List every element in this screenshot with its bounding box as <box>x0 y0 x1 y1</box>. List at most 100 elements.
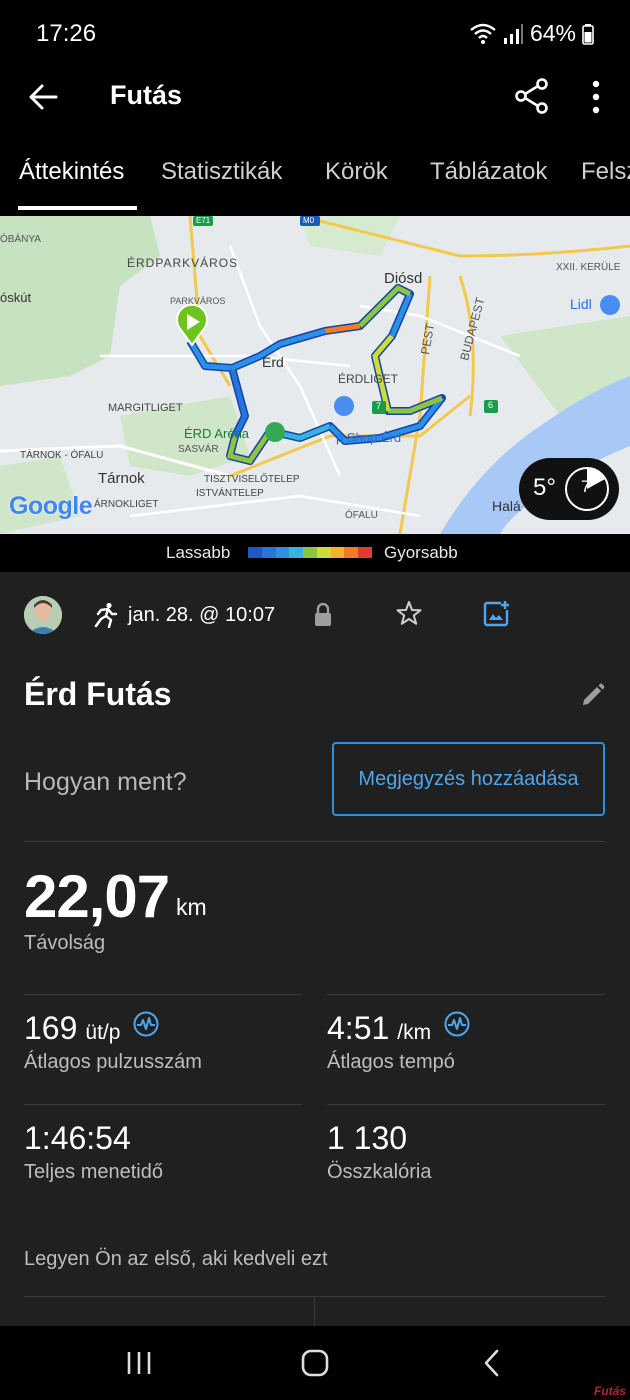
map-label: ÉRD Aréna <box>184 426 250 441</box>
legend-gradient <box>248 547 373 558</box>
watermark: Futás <box>593 1384 626 1398</box>
map-label: Lidl <box>570 296 592 312</box>
home-icon[interactable] <box>298 1346 332 1380</box>
system-nav-bar: Futás <box>0 1326 630 1400</box>
road-shield: E71 <box>196 216 211 225</box>
legend-swatch <box>316 547 331 558</box>
system-back-icon[interactable] <box>476 1346 510 1380</box>
divider <box>327 994 605 995</box>
legend-swatch <box>344 547 359 558</box>
heart-rate-stat: 169 üt/p Átlagos pulzusszám <box>24 1010 202 1074</box>
activity-date: jan. 28. @ 10:07 <box>128 604 276 626</box>
wifi-icon <box>470 23 496 44</box>
heart-rate-label: Átlagos pulzusszám <box>24 1051 202 1073</box>
map-label: ÓBÁNYA <box>0 234 41 245</box>
likes-prompt[interactable]: Legyen Ön az első, aki kedveli ezt <box>24 1248 328 1271</box>
back-arrow-icon[interactable] <box>26 80 60 114</box>
tab-overview[interactable]: Áttekintés <box>19 158 124 186</box>
avatar[interactable] <box>24 596 62 634</box>
map-label: PARKVÁROS <box>170 296 226 306</box>
battery-percent: 64% <box>529 20 576 46</box>
divider <box>24 1104 302 1105</box>
activity-meta-row: jan. 28. @ 10:07 <box>0 592 630 640</box>
pace-legend: Lassabb Gyorsabb <box>0 534 630 572</box>
legend-swatch <box>275 547 290 558</box>
add-note-button[interactable]: Megjegyzés hozzáadása <box>332 742 605 816</box>
map-label: TISZTVISELŐTELEP <box>204 474 300 485</box>
tab-statistics[interactable]: Statisztikák <box>161 158 282 186</box>
heart-rate-unit: üt/p <box>85 1021 121 1044</box>
recent-apps-icon[interactable] <box>122 1346 156 1380</box>
weather-badge: 5° 7 <box>519 458 619 520</box>
tab-charts[interactable]: Táblázatok <box>430 158 547 186</box>
divider <box>24 994 302 995</box>
heart-rate-icon[interactable] <box>133 1011 159 1037</box>
total-time-value: 1:46:54 <box>24 1120 131 1156</box>
activity-title: Érd Futás <box>24 676 172 712</box>
lock-icon[interactable] <box>312 602 334 628</box>
page-title: Futás <box>110 80 183 110</box>
signal-icon <box>503 23 523 44</box>
map-label: Halá <box>492 498 521 514</box>
app-bar: Futás <box>0 68 630 130</box>
divider <box>327 1104 605 1105</box>
battery-icon <box>582 23 594 45</box>
distance-label: Távolság <box>24 932 106 954</box>
pace-label: Átlagos tempó <box>327 1051 455 1073</box>
legend-swatch <box>358 547 373 558</box>
tab-laps[interactable]: Körök <box>325 158 388 186</box>
how-did-it-go-prompt: Hogyan ment? <box>24 768 187 796</box>
map-label: XXII. KERÜLE <box>556 262 621 273</box>
map-label: ÁRNOKLIGET <box>94 499 159 510</box>
legend-swatch <box>261 547 276 558</box>
calories-value: 1 130 <box>327 1120 408 1156</box>
google-logo: Google <box>9 492 93 521</box>
total-time-label: Teljes menetidő <box>24 1161 163 1183</box>
total-time-stat: 1:46:54 Teljes menetidő <box>24 1120 163 1184</box>
legend-swatch <box>330 547 345 558</box>
divider <box>314 1296 315 1326</box>
divider <box>24 841 605 842</box>
map-label: ÉRDLIGET <box>338 372 399 386</box>
route-map[interactable]: ÓBÁNYA ÉRDPARKVÁROS óskút PARKVÁROS Diós… <box>0 216 630 534</box>
map-label: Tárnok <box>98 470 145 487</box>
road-shield: 7 <box>376 401 382 411</box>
running-icon <box>94 602 118 628</box>
pace-info-icon[interactable] <box>444 1011 470 1037</box>
map-label: Diósd <box>384 270 423 287</box>
map-label: SASVÁR <box>178 444 219 455</box>
star-icon[interactable] <box>396 600 422 626</box>
wind-speed: 7 <box>581 477 591 496</box>
road-shield: 6 <box>488 400 494 410</box>
pace-unit: /km <box>397 1021 432 1044</box>
tab-bar: Áttekintés Statisztikák Körök Táblázatok… <box>0 148 630 212</box>
status-icons: 64% <box>470 20 594 47</box>
pace-value: 4:51 <box>327 1010 390 1046</box>
status-time: 17:26 <box>36 20 97 47</box>
google-logo-text: Google <box>9 492 93 520</box>
map-label: MARGITLIGET <box>108 402 183 414</box>
road-shield: M0 <box>303 216 315 225</box>
map-label: TÁRNOK - ÓFALU <box>20 450 104 461</box>
calories-label: Összkalória <box>327 1161 432 1183</box>
edit-pencil-icon[interactable] <box>580 682 606 708</box>
distance-value: 22,07 <box>24 863 170 930</box>
add-photo-icon[interactable] <box>482 600 510 628</box>
map-label: óskút <box>0 290 32 305</box>
start-marker-icon <box>176 304 208 346</box>
active-tab-indicator <box>18 206 137 210</box>
status-bar: 17:26 64% <box>0 0 630 68</box>
weather-temperature: 5° <box>533 474 556 501</box>
pace-stat: 4:51/km Átlagos tempó <box>327 1010 470 1074</box>
activity-content: jan. 28. @ 10:07 Érd Futás Hogyan ment? … <box>0 572 630 1326</box>
map-label: ÉRDPARKVÁROS <box>127 256 239 270</box>
map-label: Érd <box>262 354 284 370</box>
share-icon[interactable] <box>512 76 552 116</box>
calories-stat: 1 130 Összkalória <box>327 1120 431 1184</box>
more-options-icon[interactable] <box>584 76 608 118</box>
legend-swatch <box>303 547 317 558</box>
tab-more[interactable]: Felsz <box>581 158 630 186</box>
heart-rate-value: 169 <box>24 1010 78 1046</box>
legend-swatch <box>289 547 304 558</box>
map-label: ISTVÁNTELEP <box>196 488 264 499</box>
